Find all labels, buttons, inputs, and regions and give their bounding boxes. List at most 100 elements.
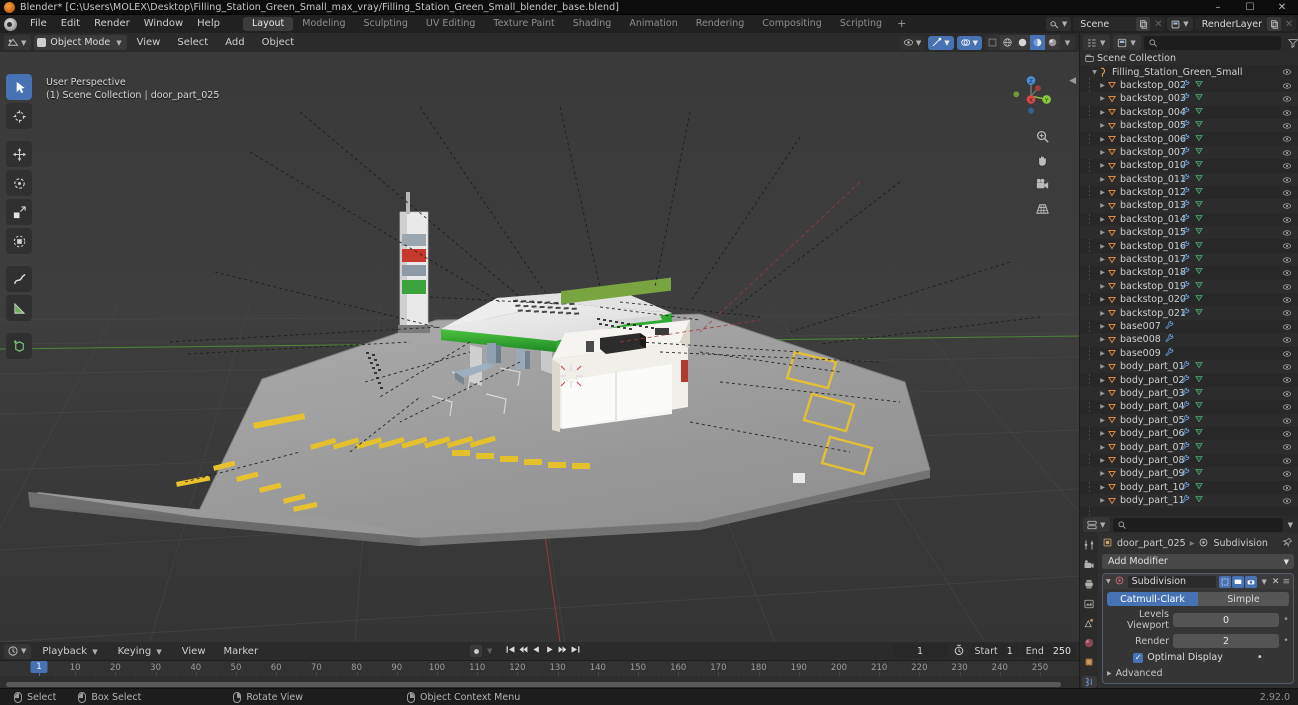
outliner-row-object[interactable]: ▶ body_part_02	[1080, 373, 1298, 386]
scene-browse-icon[interactable]: ▼	[1045, 17, 1072, 31]
object-expand-arrow-icon[interactable]: ▶	[1098, 484, 1107, 491]
shading-options-chevron-icon[interactable]: ▼	[1060, 35, 1075, 50]
mesh-data-icon[interactable]	[1194, 387, 1204, 400]
mesh-data-icon[interactable]	[1194, 213, 1204, 226]
outliner-row-object[interactable]: ▶ backstop_020	[1080, 293, 1298, 306]
modifier-wrench-icon[interactable]	[1180, 266, 1190, 279]
modifier-wrench-icon[interactable]	[1180, 159, 1190, 172]
object-expand-arrow-icon[interactable]: ▶	[1098, 296, 1107, 303]
outliner-row-object[interactable]: ▶ backstop_018	[1080, 266, 1298, 279]
object-expand-arrow-icon[interactable]: ▶	[1098, 95, 1107, 102]
show-in-viewport-toggle[interactable]	[1231, 575, 1244, 588]
tab-layout[interactable]: Layout	[242, 17, 294, 31]
catmull-clark-option[interactable]: Catmull-Clark	[1107, 592, 1198, 606]
outliner-row-object[interactable]: ▶ backstop_007	[1080, 145, 1298, 160]
outliner-row-object[interactable]: ▶ base008	[1080, 333, 1298, 347]
object-expand-arrow-icon[interactable]: ▶	[1098, 470, 1107, 477]
object-visibility-icon[interactable]	[1282, 496, 1292, 509]
timeline-playhead[interactable]: 1	[30, 661, 48, 673]
scene-tab[interactable]	[1082, 617, 1097, 630]
object-expand-arrow-icon[interactable]: ▶	[1098, 390, 1107, 397]
properties-editor-type-button[interactable]: ▼	[1083, 517, 1111, 532]
outliner-row-object[interactable]: ▶ body_part_01	[1080, 359, 1298, 374]
play-button[interactable]	[544, 644, 555, 658]
modifier-wrench-icon[interactable]	[1180, 374, 1190, 387]
object-expand-arrow-icon[interactable]: ▶	[1098, 336, 1107, 343]
mesh-data-icon[interactable]	[1194, 266, 1204, 279]
mesh-data-icon[interactable]	[1194, 467, 1204, 480]
optimal-display-animate-dot[interactable]: •	[1257, 652, 1263, 663]
rotate-tool[interactable]	[6, 170, 32, 196]
outliner-row-object[interactable]: ▶ backstop_004	[1080, 106, 1298, 119]
new-scene-button[interactable]	[1136, 17, 1151, 31]
modifier-wrench-icon[interactable]	[1180, 213, 1190, 226]
shading-material-icon[interactable]	[1030, 35, 1045, 50]
tweak-select-tool[interactable]	[6, 74, 32, 100]
sidebar-collapse-arrow-icon[interactable]: ◀	[1069, 76, 1076, 86]
pan-hand-icon[interactable]	[1034, 152, 1051, 169]
object-expand-arrow-icon[interactable]: ▶	[1098, 417, 1107, 424]
outliner-row-collection[interactable]: ▼ Filling_Station_Green_Small	[1080, 65, 1298, 78]
xray-toggle-icon[interactable]	[985, 35, 1000, 50]
modifier-wrench-icon[interactable]	[1180, 454, 1190, 467]
advanced-section[interactable]: ▶ Advanced	[1107, 668, 1289, 679]
object-expand-arrow-icon[interactable]: ▶	[1098, 82, 1107, 89]
outliner-row-object[interactable]: ▶ backstop_006	[1080, 132, 1298, 145]
modifier-wrench-icon[interactable]	[1180, 467, 1190, 480]
auto-keying-icon[interactable]	[470, 645, 482, 657]
outliner-search-input[interactable]	[1143, 35, 1281, 50]
outliner-row-object[interactable]: ▶ body_part_09	[1080, 467, 1298, 481]
menu-edit[interactable]: Edit	[54, 15, 87, 33]
outliner-row-object[interactable]: ▶ body_part_10	[1080, 481, 1298, 494]
outliner-row-object[interactable]: ▶ backstop_017	[1080, 252, 1298, 267]
tab-scripting[interactable]: Scripting	[831, 17, 891, 31]
mesh-data-icon[interactable]	[1194, 427, 1204, 440]
tab-texture-paint[interactable]: Texture Paint	[484, 17, 563, 31]
object-expand-arrow-icon[interactable]: ▶	[1098, 430, 1107, 437]
show-in-edit-mode-toggle[interactable]	[1218, 575, 1231, 588]
modifier-wrench-icon[interactable]	[1180, 186, 1190, 199]
window-controls[interactable]: – ☐ ✕	[1202, 0, 1298, 15]
timeline-track-area[interactable]	[0, 676, 1079, 688]
outliner-row-object[interactable]: ▶ backstop_013	[1080, 199, 1298, 213]
modifier-wrench-icon[interactable]	[1180, 360, 1190, 373]
jump-to-start-button[interactable]	[505, 644, 516, 658]
advanced-expand-arrow-icon[interactable]: ▶	[1107, 670, 1112, 677]
outliner-display-mode-button[interactable]: ▼	[1113, 35, 1141, 50]
scene-name-field[interactable]: Scene ✕	[1073, 17, 1166, 31]
simple-option[interactable]: Simple	[1198, 592, 1289, 606]
modifier-wrench-icon[interactable]	[1180, 92, 1190, 105]
menu-window[interactable]: Window	[137, 15, 190, 33]
zoom-icon[interactable]	[1034, 128, 1051, 145]
object-expand-arrow-icon[interactable]: ▶	[1098, 457, 1107, 464]
timeline-ruler[interactable]: 10 20 30 40 50 60 70 80 90 100 110 120 130 140 150 160 1…	[0, 660, 1079, 676]
next-keyframe-button[interactable]	[557, 644, 568, 658]
modifier-wrench-icon[interactable]	[1180, 387, 1190, 400]
object-expand-arrow-icon[interactable]: ▶	[1098, 122, 1107, 129]
modifier-wrench-icon[interactable]	[1180, 400, 1190, 413]
mesh-data-icon[interactable]	[1194, 79, 1204, 92]
object-expand-arrow-icon[interactable]: ▶	[1098, 497, 1107, 504]
shading-wireframe-icon[interactable]	[1000, 35, 1015, 50]
mesh-data-icon[interactable]	[1194, 253, 1204, 266]
mesh-data-icon[interactable]	[1194, 92, 1204, 105]
object-expand-arrow-icon[interactable]: ▶	[1098, 283, 1107, 290]
maximize-button[interactable]: ☐	[1234, 0, 1266, 15]
object-mode-dropdown[interactable]: Object Mode ▼	[34, 35, 127, 50]
modifier-wrench-icon[interactable]	[1180, 280, 1190, 293]
modifier-wrench-icon[interactable]	[1180, 293, 1190, 306]
outliner-row-object[interactable]: ▶ backstop_019	[1080, 279, 1298, 294]
use-preview-range-icon[interactable]	[953, 644, 965, 659]
object-expand-arrow-icon[interactable]: ▶	[1098, 310, 1107, 317]
outliner-row-object[interactable]: ▶ base007	[1080, 320, 1298, 333]
mesh-data-icon[interactable]	[1194, 414, 1204, 427]
modifier-wrench-icon[interactable]	[1180, 199, 1190, 212]
grid-perspective-icon[interactable]	[1034, 200, 1051, 217]
viewport-menu-view[interactable]: View	[130, 35, 168, 50]
mesh-data-icon[interactable]	[1194, 293, 1204, 306]
modifier-wrench-icon[interactable]	[1180, 146, 1190, 159]
object-expand-arrow-icon[interactable]: ▶	[1098, 202, 1107, 209]
outliner-row-object[interactable]: ▶ backstop_012	[1080, 186, 1298, 199]
outliner-row-object[interactable]: ▶ backstop_002	[1080, 79, 1298, 92]
outliner-search-field[interactable]	[1160, 37, 1281, 48]
